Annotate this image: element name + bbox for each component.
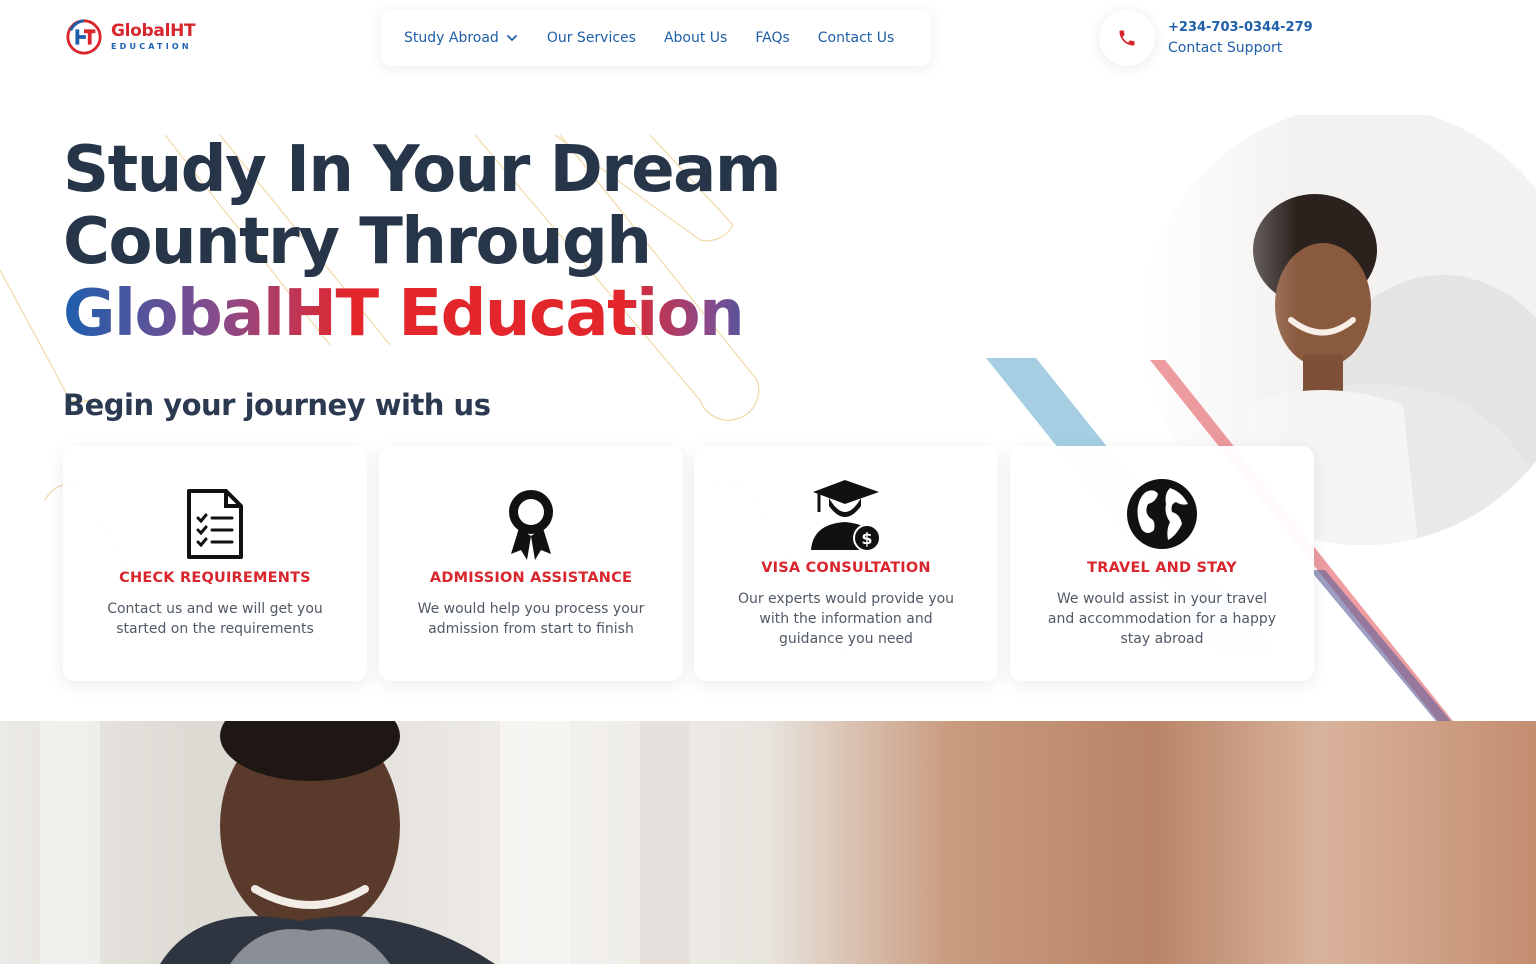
card-description: Contact us and we will get you started o… xyxy=(107,601,323,637)
card-title: CHECK REQUIREMENTS xyxy=(119,570,311,586)
card-description: We would help you process your admission… xyxy=(417,601,645,637)
nav-study-abroad-label: Study Abroad xyxy=(404,30,499,46)
card-travel-and-stay[interactable]: TRAVEL AND STAY We would assist in your … xyxy=(1010,446,1314,681)
site-header: GlobalHT EDUCATION Study Abroad Our Serv… xyxy=(0,0,1536,76)
chevron-down-icon xyxy=(506,35,517,41)
nav-study-abroad[interactable]: Study Abroad xyxy=(404,30,519,46)
hero-title-line-3: GlobalHT Education xyxy=(63,278,780,350)
nav-faqs[interactable]: FAQs xyxy=(755,30,789,46)
contact-support-label[interactable]: Contact Support xyxy=(1168,40,1282,56)
card-visa-consultation[interactable]: $ VISA CONSULTATION Our experts would pr… xyxy=(694,446,998,681)
hero-title-line-1: Study In Your Dream xyxy=(63,133,782,207)
nav-about-us[interactable]: About Us xyxy=(664,30,727,46)
student-photo-banner xyxy=(0,721,1536,964)
card-title: VISA CONSULTATION xyxy=(761,560,931,576)
logo-name: GlobalHT xyxy=(111,21,196,41)
card-title: TRAVEL AND STAY xyxy=(1087,560,1237,576)
card-admission-assistance[interactable]: ADMISSION ASSISTANCE We would help you p… xyxy=(379,446,683,681)
checklist-document-icon xyxy=(187,489,243,559)
globe-icon xyxy=(1127,479,1197,549)
hero-title: Study In Your Dream Country Through Glob… xyxy=(63,133,782,350)
award-ribbon-icon xyxy=(509,490,553,560)
phone-button[interactable] xyxy=(1099,10,1155,66)
graduate-dollar-icon: $ xyxy=(811,480,881,550)
hero-subtitle: Begin your journey with us xyxy=(63,388,491,422)
hero-title-line-2: Country Through xyxy=(63,205,652,279)
nav-our-services[interactable]: Our Services xyxy=(547,30,636,46)
phone-icon xyxy=(1119,30,1135,46)
student-photo-image xyxy=(40,721,690,964)
main-nav: Study Abroad Our Services About Us FAQs … xyxy=(381,10,931,66)
svg-text:$: $ xyxy=(861,529,872,548)
card-title: ADMISSION ASSISTANCE xyxy=(429,570,633,586)
phone-number[interactable]: +234-703-0344-279 xyxy=(1168,20,1313,35)
logo-mark-icon xyxy=(66,19,102,55)
card-description: Our experts would provide you with the i… xyxy=(737,591,955,647)
logo-subtitle: EDUCATION xyxy=(111,42,192,51)
card-description: We would assist in your travel and accom… xyxy=(1047,591,1277,647)
card-check-requirements[interactable]: CHECK REQUIREMENTS Contact us and we wil… xyxy=(63,446,367,681)
nav-contact-us[interactable]: Contact Us xyxy=(818,30,894,46)
logo[interactable]: GlobalHT EDUCATION xyxy=(65,18,196,56)
